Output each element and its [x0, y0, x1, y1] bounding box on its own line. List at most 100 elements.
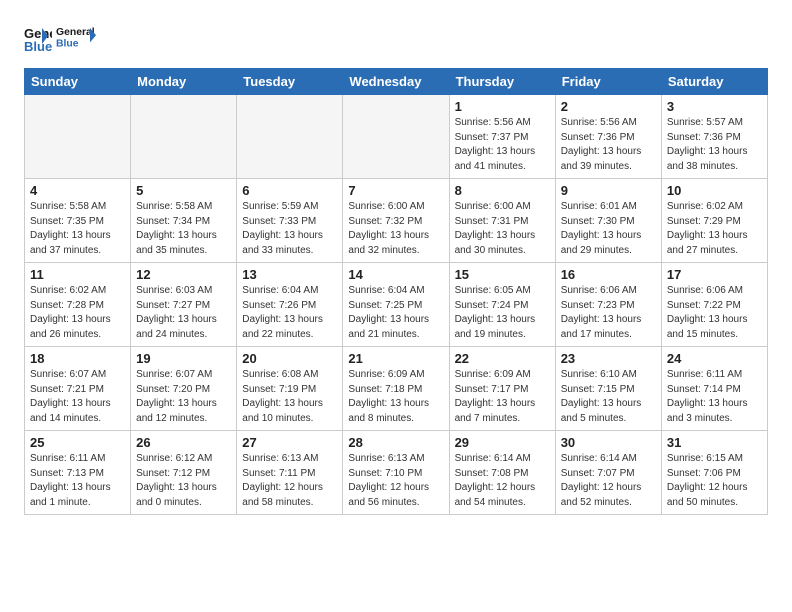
day-number: 3 — [667, 99, 762, 114]
day-info: Sunrise: 6:04 AMSunset: 7:25 PMDaylight:… — [348, 284, 443, 342]
calendar-cell: 29 Sunrise: 6:14 AMSunset: 7:08 PMDayligh… — [449, 431, 555, 515]
day-number: 13 — [242, 267, 337, 282]
day-info: Sunrise: 6:09 AMSunset: 7:17 PMDaylight:… — [455, 368, 550, 426]
day-info: Sunrise: 6:01 AMSunset: 7:30 PMDaylight:… — [561, 200, 656, 258]
calendar-cell: 11 Sunrise: 6:02 AMSunset: 7:28 PMDayligh… — [25, 263, 131, 347]
calendar-cell: 24 Sunrise: 6:11 AMSunset: 7:14 PMDayligh… — [661, 347, 767, 431]
day-number: 5 — [136, 183, 231, 198]
day-number: 28 — [348, 435, 443, 450]
day-number: 7 — [348, 183, 443, 198]
logo-bird-icon: General Blue — [56, 20, 96, 56]
day-number: 1 — [455, 99, 550, 114]
day-number: 25 — [30, 435, 125, 450]
calendar-cell: 21Sunrise: 6:09 AMSunset: 7:18 PMDayligh… — [343, 347, 449, 431]
day-info: Sunrise: 6:00 AMSunset: 7:31 PMDaylight:… — [455, 200, 550, 258]
svg-text:Blue: Blue — [24, 39, 52, 52]
day-info: Sunrise: 6:02 AMSunset: 7:29 PMDaylight:… — [667, 200, 762, 258]
day-info: Sunrise: 6:15 AMSunset: 7:06 PMDaylight:… — [667, 452, 762, 510]
calendar-table: SundayMondayTuesdayWednesdayThursdayFrid… — [24, 68, 768, 515]
day-number: 18 — [30, 351, 125, 366]
day-info: Sunrise: 5:59 AMSunset: 7:33 PMDaylight:… — [242, 200, 337, 258]
calendar-cell: 7 Sunrise: 6:00 AMSunset: 7:32 PMDaylight… — [343, 179, 449, 263]
day-number: 10 — [667, 183, 762, 198]
logo-icon: General Blue — [24, 24, 52, 52]
calendar-cell: 23 Sunrise: 6:10 AMSunset: 7:15 PMDayligh… — [555, 347, 661, 431]
calendar-cell: 4Sunrise: 5:58 AMSunset: 7:35 PMDaylight… — [25, 179, 131, 263]
day-number: 16 — [561, 267, 656, 282]
page-header: General Blue General Blue — [24, 20, 768, 56]
day-info: Sunrise: 5:58 AMSunset: 7:35 PMDaylight:… — [30, 200, 125, 258]
day-info: Sunrise: 6:12 AMSunset: 7:12 PMDaylight:… — [136, 452, 231, 510]
logo: General Blue General Blue — [24, 20, 96, 56]
day-number: 23 — [561, 351, 656, 366]
calendar-cell: 13 Sunrise: 6:04 AMSunset: 7:26 PMDayligh… — [237, 263, 343, 347]
weekday-header-friday: Friday — [555, 69, 661, 95]
calendar-cell — [237, 95, 343, 179]
calendar-cell: 16 Sunrise: 6:06 AMSunset: 7:23 PMDayligh… — [555, 263, 661, 347]
day-info: Sunrise: 5:56 AMSunset: 7:37 PMDaylight:… — [455, 116, 550, 174]
day-number: 15 — [455, 267, 550, 282]
day-number: 12 — [136, 267, 231, 282]
day-info: Sunrise: 6:14 AMSunset: 7:08 PMDaylight:… — [455, 452, 550, 510]
day-number: 29 — [455, 435, 550, 450]
calendar-cell: 9 Sunrise: 6:01 AMSunset: 7:30 PMDaylight… — [555, 179, 661, 263]
weekday-header-monday: Monday — [131, 69, 237, 95]
day-number: 21 — [348, 351, 443, 366]
day-info: Sunrise: 6:14 AMSunset: 7:07 PMDaylight:… — [561, 452, 656, 510]
calendar-cell: 5 Sunrise: 5:58 AMSunset: 7:34 PMDaylight… — [131, 179, 237, 263]
calendar-cell: 28 Sunrise: 6:13 AMSunset: 7:10 PMDayligh… — [343, 431, 449, 515]
calendar-cell: 22 Sunrise: 6:09 AMSunset: 7:17 PMDayligh… — [449, 347, 555, 431]
day-info: Sunrise: 6:11 AMSunset: 7:13 PMDaylight:… — [30, 452, 125, 510]
weekday-header-tuesday: Tuesday — [237, 69, 343, 95]
calendar-cell: 10 Sunrise: 6:02 AMSunset: 7:29 PMDayligh… — [661, 179, 767, 263]
day-number: 22 — [455, 351, 550, 366]
day-info: Sunrise: 6:06 AMSunset: 7:22 PMDaylight:… — [667, 284, 762, 342]
day-info: Sunrise: 6:07 AMSunset: 7:21 PMDaylight:… — [30, 368, 125, 426]
day-info: Sunrise: 6:06 AMSunset: 7:23 PMDaylight:… — [561, 284, 656, 342]
calendar-cell: 14 Sunrise: 6:04 AMSunset: 7:25 PMDayligh… — [343, 263, 449, 347]
calendar-cell: 18 Sunrise: 6:07 AMSunset: 7:21 PMDayligh… — [25, 347, 131, 431]
calendar-cell: 30Sunrise: 6:14 AMSunset: 7:07 PMDayligh… — [555, 431, 661, 515]
day-info: Sunrise: 6:08 AMSunset: 7:19 PMDaylight:… — [242, 368, 337, 426]
day-number: 24 — [667, 351, 762, 366]
day-info: Sunrise: 6:10 AMSunset: 7:15 PMDaylight:… — [561, 368, 656, 426]
day-number: 11 — [30, 267, 125, 282]
calendar-cell: 17 Sunrise: 6:06 AMSunset: 7:22 PMDayligh… — [661, 263, 767, 347]
day-number: 2 — [561, 99, 656, 114]
svg-text:Blue: Blue — [56, 38, 79, 49]
calendar-cell — [131, 95, 237, 179]
calendar-cell: 19 Sunrise: 6:07 AMSunset: 7:20 PMDayligh… — [131, 347, 237, 431]
day-info: Sunrise: 6:03 AMSunset: 7:27 PMDaylight:… — [136, 284, 231, 342]
day-number: 9 — [561, 183, 656, 198]
day-info: Sunrise: 5:57 AMSunset: 7:36 PMDaylight:… — [667, 116, 762, 174]
day-number: 17 — [667, 267, 762, 282]
calendar-cell — [343, 95, 449, 179]
day-info: Sunrise: 6:13 AMSunset: 7:10 PMDaylight:… — [348, 452, 443, 510]
day-info: Sunrise: 6:13 AMSunset: 7:11 PMDaylight:… — [242, 452, 337, 510]
day-number: 26 — [136, 435, 231, 450]
day-info: Sunrise: 6:02 AMSunset: 7:28 PMDaylight:… — [30, 284, 125, 342]
calendar-cell: 2 Sunrise: 5:56 AMSunset: 7:36 PMDaylight… — [555, 95, 661, 179]
day-info: Sunrise: 6:05 AMSunset: 7:24 PMDaylight:… — [455, 284, 550, 342]
calendar-cell: 25 Sunrise: 6:11 AMSunset: 7:13 PMDayligh… — [25, 431, 131, 515]
day-number: 27 — [242, 435, 337, 450]
day-info: Sunrise: 5:56 AMSunset: 7:36 PMDaylight:… — [561, 116, 656, 174]
calendar-cell: 8Sunrise: 6:00 AMSunset: 7:31 PMDaylight… — [449, 179, 555, 263]
calendar-cell: 20 Sunrise: 6:08 AMSunset: 7:19 PMDayligh… — [237, 347, 343, 431]
day-info: Sunrise: 6:00 AMSunset: 7:32 PMDaylight:… — [348, 200, 443, 258]
day-number: 19 — [136, 351, 231, 366]
day-info: Sunrise: 6:07 AMSunset: 7:20 PMDaylight:… — [136, 368, 231, 426]
day-info: Sunrise: 5:58 AMSunset: 7:34 PMDaylight:… — [136, 200, 231, 258]
day-number: 6 — [242, 183, 337, 198]
day-info: Sunrise: 6:11 AMSunset: 7:14 PMDaylight:… — [667, 368, 762, 426]
calendar-cell: 15 Sunrise: 6:05 AMSunset: 7:24 PMDayligh… — [449, 263, 555, 347]
day-number: 14 — [348, 267, 443, 282]
calendar-cell: 12 Sunrise: 6:03 AMSunset: 7:27 PMDayligh… — [131, 263, 237, 347]
day-number: 20 — [242, 351, 337, 366]
calendar-cell: 3 Sunrise: 5:57 AMSunset: 7:36 PMDaylight… — [661, 95, 767, 179]
day-number: 31 — [667, 435, 762, 450]
weekday-header-saturday: Saturday — [661, 69, 767, 95]
svg-text:General: General — [56, 27, 95, 38]
calendar-cell: 6 Sunrise: 5:59 AMSunset: 7:33 PMDaylight… — [237, 179, 343, 263]
day-info: Sunrise: 6:04 AMSunset: 7:26 PMDaylight:… — [242, 284, 337, 342]
